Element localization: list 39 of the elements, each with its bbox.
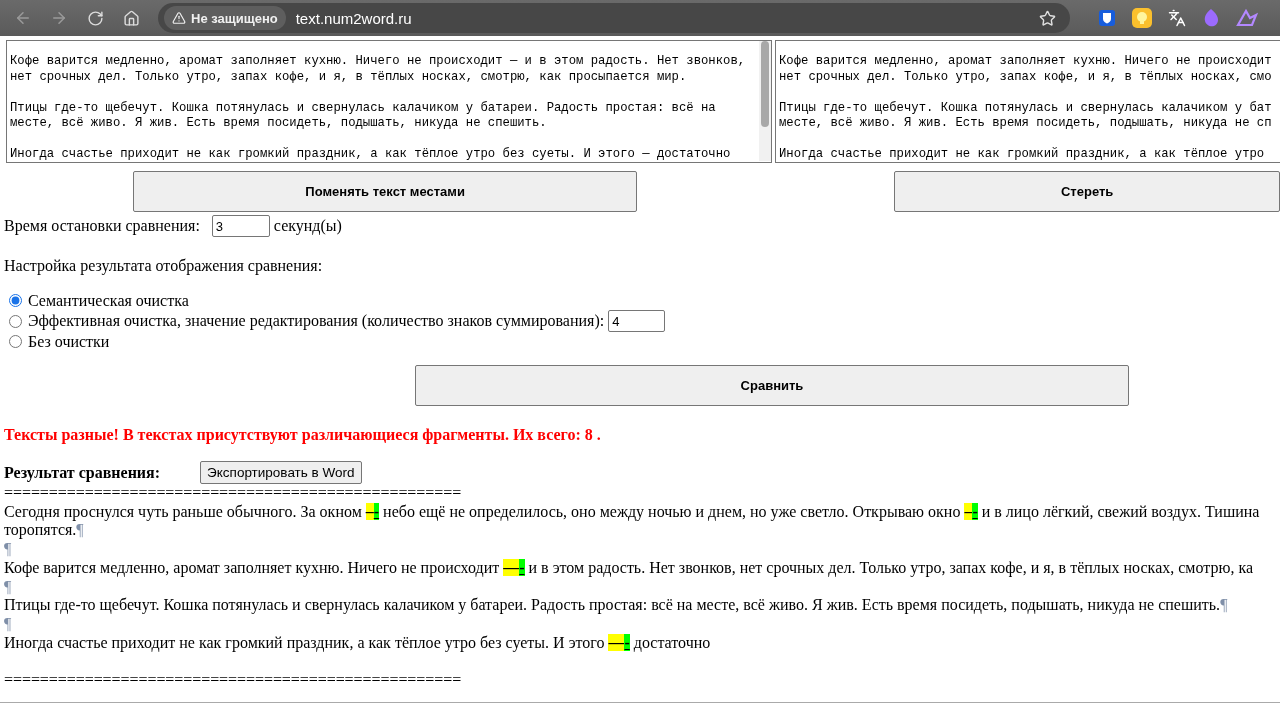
result-line: ¶ bbox=[3, 540, 13, 559]
option-label[interactable]: Семантическая очистка bbox=[28, 291, 189, 310]
bulb-icon[interactable] bbox=[1132, 8, 1152, 28]
compare-button[interactable]: Сравнить bbox=[415, 365, 1129, 406]
result-message: Тексты разные! В текстах присутствуют различающиеся фрагменты. Их всего: 8 . bbox=[3, 426, 602, 444]
result-label: Результат сравнения: bbox=[4, 463, 161, 482]
result-line: торопятся.¶ bbox=[3, 521, 85, 541]
warning-icon bbox=[172, 11, 186, 25]
security-chip[interactable]: Не защищено bbox=[164, 6, 286, 30]
result-line: Кофе варится медленно, аромат заполняет кухню. Ничего не происходит —- и в этом радость. Нет звонков, нет срочных дел. Только утро, запах кофе, и я, в тёплых носках, смотрю, ка bbox=[3, 558, 1255, 578]
shield-icon[interactable] bbox=[1098, 9, 1116, 27]
url-text: text.num2word.ru bbox=[295, 9, 413, 27]
export-button[interactable]: Экспортировать в Word bbox=[200, 461, 362, 484]
source-text-field[interactable]: Кофе варится медленно, аромат заполняет кухню. Ничего не происходит — и в этом радость. Нет звонков, нет срочных дел. Только утро, запах кофе, и я, в тёплых носках, смотрю, как просыпается мир. Птицы где-то щебечут. Кошка потянулась и свернулась калачиком у батареи. Радость простая: всё на месте, всё живо. Я жив. Есть время посидеть, подышать, никуда не спешить. Иногда счастье приходит не как громкий праздник, а как тёплое утро без суеты. И этого — достаточно bbox=[6, 40, 772, 163]
bookmark-star-icon[interactable] bbox=[1039, 9, 1056, 27]
forward-arrow-icon bbox=[50, 9, 68, 27]
radio-button[interactable] bbox=[9, 335, 22, 348]
result-line: ¶ bbox=[3, 614, 13, 634]
result-line: Птицы где-то щебечут. Кошка потянулась и свернулась калачиком у батареи. Радость простая: всё на месте, всё живо. Я жив. Есть время посидеть, подышать, никуда не спешить.¶ bbox=[3, 596, 1229, 615]
scrollbar[interactable] bbox=[759, 41, 771, 161]
compare-text-field[interactable]: Кофе варится медленно, аромат заполняет кухню. Ничего не происходит нет срочных дел. Только утро, запах кофе, и я, в тёплых носках, смо Птицы где-то щебечут. Кошка потянулась и свернулась калачиком у бат месте, всё живо. Я жив. Есть время посидеть, подышать, никуда не сп Иногда счастье приходит не как громкий праздник, а как тёплое утро bbox=[775, 40, 1280, 163]
address-bar[interactable]: Не защищено text.num2word.ru bbox=[158, 3, 1070, 33]
radio-button[interactable] bbox=[9, 314, 22, 328]
option-label[interactable]: Эффективная очистка, значение редактирования (количество знаков суммирования): bbox=[28, 312, 605, 330]
reload-icon bbox=[86, 9, 104, 27]
swap-button[interactable]: Поменять текст местами bbox=[133, 171, 638, 212]
translate-icon[interactable] bbox=[1168, 9, 1186, 27]
edit-cost-field[interactable]: 4 bbox=[608, 310, 666, 332]
result-line: ¶ bbox=[3, 577, 13, 597]
clear-button[interactable]: Стереть bbox=[894, 171, 1280, 212]
separator-text: =================================================== bbox=[3, 671, 463, 690]
timeout-label: Время остановки сравнения: bbox=[4, 217, 200, 235]
home-icon bbox=[122, 9, 140, 27]
timeout-field[interactable]: 3 bbox=[211, 215, 270, 237]
unit-label: секунд(ы) bbox=[273, 217, 342, 235]
radio-button[interactable] bbox=[9, 294, 22, 307]
settings-title: Настройка результата отображения сравнения: bbox=[4, 257, 323, 275]
option-label[interactable]: Без очистки bbox=[28, 332, 110, 351]
separator-text: =================================================== bbox=[3, 484, 463, 503]
